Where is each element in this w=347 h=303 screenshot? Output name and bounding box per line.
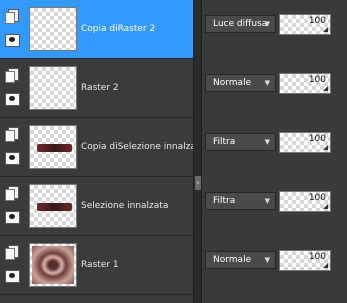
thumbnail-mark <box>37 144 72 152</box>
page-icon <box>5 68 19 83</box>
layer-properties-row: Normale ▼ 100 <box>202 236 347 295</box>
chevron-down-icon[interactable]: ▼ <box>265 16 270 32</box>
layer-name[interactable]: Selezione innalzata <box>81 201 193 211</box>
eye-icon[interactable] <box>5 152 20 165</box>
layer-thumbnail[interactable] <box>29 184 77 228</box>
layer-icons <box>5 127 25 165</box>
eye-icon[interactable] <box>5 270 20 283</box>
layer-name[interactable]: Copia diRaster 2 <box>81 24 193 34</box>
layer-thumbnail[interactable] <box>29 125 77 169</box>
layers-panel: Copia diRaster 2 Raster 2 Copia diSelezi… <box>0 0 347 303</box>
layer-properties-row: Filtra ▼ 100 <box>202 177 347 236</box>
layer-name[interactable]: Raster 1 <box>81 260 193 270</box>
opacity-field[interactable]: 100 <box>279 250 331 271</box>
page-icon <box>5 245 19 260</box>
layer-properties-row: Filtra ▼ 100 <box>202 118 347 177</box>
blend-mode-select[interactable]: Normale ▼ <box>205 251 276 269</box>
thumbnail-mark <box>37 203 72 211</box>
opacity-field[interactable]: 100 <box>279 191 331 212</box>
layer-row-copia-diraster-2[interactable]: Copia diRaster 2 <box>0 0 193 59</box>
lips-image-thumbnail <box>32 246 74 284</box>
blend-mode-value: Normale <box>213 255 252 265</box>
opacity-value[interactable]: 100 <box>309 16 326 26</box>
resize-corner-icon <box>323 27 328 32</box>
blend-mode-select[interactable]: Normale ▼ <box>205 74 276 92</box>
opacity-value[interactable]: 100 <box>309 134 326 144</box>
chevron-down-icon[interactable]: ▼ <box>265 75 270 91</box>
resize-corner-icon <box>323 263 328 268</box>
layer-name[interactable]: Copia diSelezione innalzata <box>81 142 193 152</box>
layer-name[interactable]: Raster 2 <box>81 83 193 93</box>
layer-icons <box>5 186 25 224</box>
chevron-down-icon[interactable]: ▼ <box>265 193 270 209</box>
layer-list: Copia diRaster 2 Raster 2 Copia diSelezi… <box>0 0 193 303</box>
layer-properties-row: Normale ▼ 100 <box>202 59 347 118</box>
layer-row-copia-diselezione-innalzata[interactable]: Copia diSelezione innalzata <box>0 118 193 177</box>
blend-mode-select[interactable]: Filtra ▼ <box>205 133 276 151</box>
layer-thumbnail[interactable] <box>29 7 77 51</box>
opacity-value[interactable]: 100 <box>309 193 326 203</box>
opacity-field[interactable]: 100 <box>279 14 331 35</box>
layer-icons <box>5 245 25 283</box>
chevron-right-icon[interactable]: › <box>195 176 201 190</box>
eye-icon[interactable] <box>5 93 20 106</box>
layer-row-raster-2[interactable]: Raster 2 <box>0 59 193 118</box>
panel-splitter[interactable]: › <box>193 0 202 303</box>
opacity-field[interactable]: 100 <box>279 132 331 153</box>
resize-corner-icon <box>323 204 328 209</box>
opacity-field[interactable]: 100 <box>279 73 331 94</box>
layer-row-selezione-innalzata[interactable]: Selezione innalzata <box>0 177 193 236</box>
opacity-value[interactable]: 100 <box>309 75 326 85</box>
eye-icon[interactable] <box>5 211 20 224</box>
layer-properties: Luce diffusa ▼ 100 Normale ▼ 100 Filtra … <box>202 0 347 303</box>
layer-icons <box>5 68 25 106</box>
eye-icon[interactable] <box>5 34 20 47</box>
layer-properties-row: Luce diffusa ▼ 100 <box>202 0 347 59</box>
chevron-down-icon[interactable]: ▼ <box>265 134 270 150</box>
blend-mode-value: Normale <box>213 78 252 88</box>
blend-mode-value: Luce diffusa <box>213 19 268 29</box>
opacity-value[interactable]: 100 <box>309 252 326 262</box>
chevron-down-icon[interactable]: ▼ <box>265 252 270 268</box>
page-icon <box>5 186 19 201</box>
page-icon <box>5 127 19 142</box>
layer-thumbnail[interactable] <box>29 66 77 110</box>
layer-row-raster-1[interactable]: Raster 1 <box>0 236 193 295</box>
page-icon <box>5 9 19 24</box>
resize-corner-icon <box>323 86 328 91</box>
blend-mode-select[interactable]: Filtra ▼ <box>205 192 276 210</box>
layer-icons <box>5 9 25 47</box>
blend-mode-value: Filtra <box>213 137 236 147</box>
blend-mode-select[interactable]: Luce diffusa ▼ <box>205 15 276 33</box>
layer-thumbnail[interactable] <box>29 243 77 287</box>
resize-corner-icon <box>323 145 328 150</box>
blend-mode-value: Filtra <box>213 196 236 206</box>
